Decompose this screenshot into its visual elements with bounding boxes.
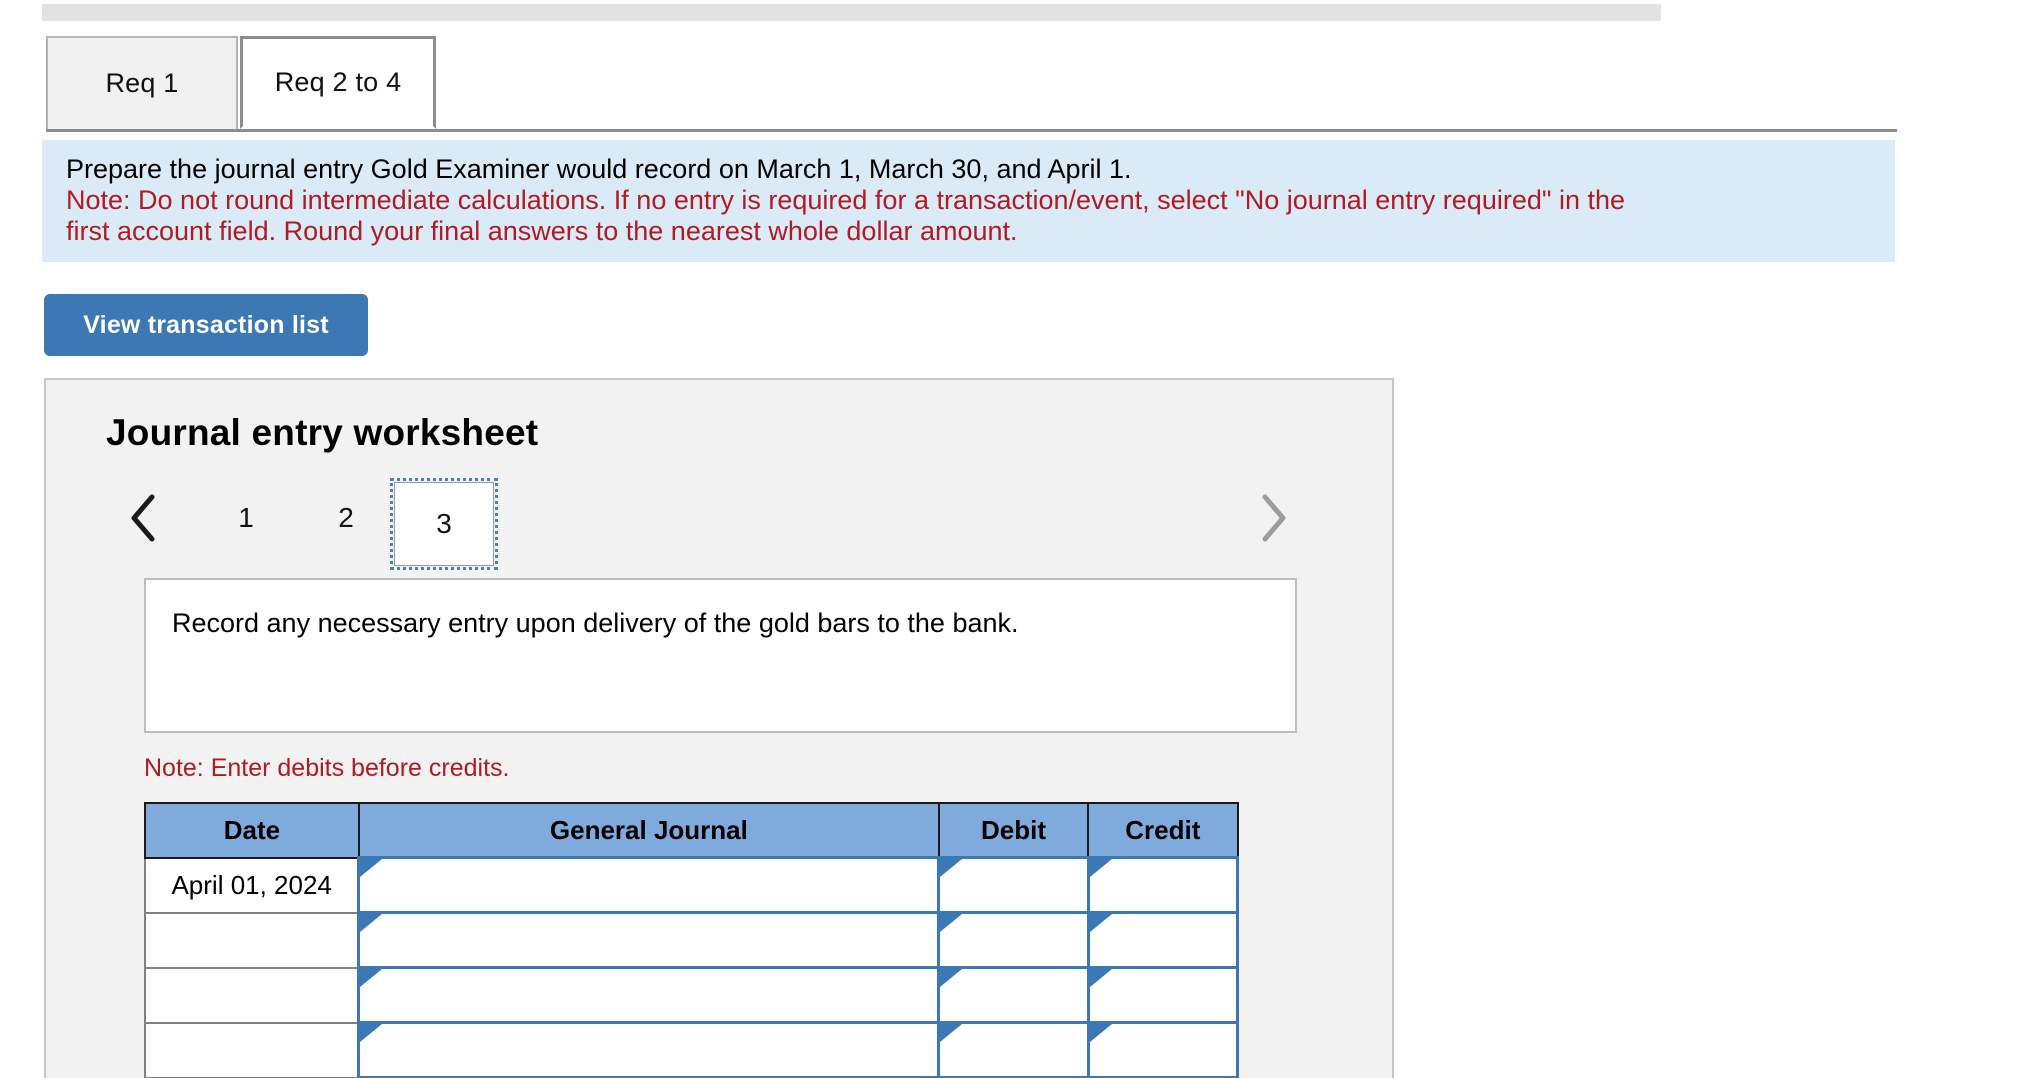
cell-marker-icon <box>940 1024 963 1042</box>
table-header-row: Date General Journal Debit Credit <box>144 802 1239 859</box>
date-cell[interactable]: April 01, 2024 <box>144 856 360 914</box>
debits-before-credits-note: Note: Enter debits before credits. <box>144 754 510 782</box>
column-header-debit: Debit <box>937 802 1090 859</box>
cell-marker-icon <box>1089 969 1112 987</box>
cell-marker-icon <box>940 859 963 877</box>
date-cell[interactable] <box>144 1021 360 1078</box>
worksheet-page-3-selected[interactable]: 3 <box>390 478 498 570</box>
general-journal-input[interactable] <box>357 856 941 914</box>
cell-marker-icon <box>1089 859 1112 877</box>
tab-bar: Req 1 Req 2 to 4 <box>46 36 1897 132</box>
tab-req-2-to-4[interactable]: Req 2 to 4 <box>240 36 436 129</box>
debit-input[interactable] <box>937 856 1090 914</box>
cell-marker-icon <box>360 969 383 987</box>
cell-marker-icon <box>360 859 383 877</box>
transaction-description-box: Record any necessary entry upon delivery… <box>144 578 1297 733</box>
instruction-text: Prepare the journal entry Gold Examiner … <box>66 154 1132 184</box>
journal-entry-worksheet-panel: Journal entry worksheet 1 2 3 Record any… <box>44 378 1394 1078</box>
table-row <box>144 911 1240 969</box>
worksheet-page-1[interactable]: 1 <box>198 482 294 554</box>
chevron-right-icon[interactable] <box>1244 482 1302 554</box>
debit-input[interactable] <box>937 1021 1090 1078</box>
chevron-left-icon[interactable] <box>114 482 172 554</box>
top-gray-strip <box>42 4 1661 21</box>
tab-req-2-to-4-label: Req 2 to 4 <box>274 67 402 97</box>
column-header-date: Date <box>144 802 360 859</box>
general-journal-input[interactable] <box>357 1021 941 1078</box>
credit-input[interactable] <box>1086 911 1240 969</box>
instruction-banner: Prepare the journal entry Gold Examiner … <box>42 140 1895 262</box>
column-header-credit: Credit <box>1087 802 1239 859</box>
worksheet-page-2-label: 2 <box>338 502 354 533</box>
table-row <box>144 1021 1240 1078</box>
date-cell[interactable] <box>144 966 360 1024</box>
column-header-general-journal: General Journal <box>357 802 940 859</box>
tab-bar-baseline <box>46 129 1897 132</box>
tab-req-1[interactable]: Req 1 <box>46 36 238 129</box>
credit-input[interactable] <box>1086 966 1240 1024</box>
general-journal-input[interactable] <box>357 966 941 1024</box>
transaction-description-text: Record any necessary entry upon delivery… <box>172 608 1019 638</box>
table-row <box>144 966 1240 1024</box>
table-row: April 01, 2024 <box>144 856 1240 914</box>
tab-req-1-label: Req 1 <box>105 68 179 98</box>
credit-input[interactable] <box>1086 1021 1240 1078</box>
debit-input[interactable] <box>937 911 1090 969</box>
worksheet-page-1-label: 1 <box>238 502 254 533</box>
credit-input[interactable] <box>1086 856 1240 914</box>
view-transaction-list-button[interactable]: View transaction list <box>44 294 368 356</box>
worksheet-page-3-label: 3 <box>436 508 452 539</box>
worksheet-pager: 1 2 3 <box>94 478 1344 570</box>
journal-entry-table: Date General Journal Debit Credit April … <box>144 802 1240 1078</box>
cell-marker-icon <box>360 1024 383 1042</box>
worksheet-title: Journal entry worksheet <box>106 412 539 453</box>
instruction-note-line-2: first account field. Round your final an… <box>66 216 1018 246</box>
cell-marker-icon <box>940 969 963 987</box>
worksheet-page-2[interactable]: 2 <box>298 482 394 554</box>
instruction-note-line-1: Note: Do not round intermediate calculat… <box>66 185 1625 215</box>
cell-marker-icon <box>940 914 963 932</box>
general-journal-input[interactable] <box>357 911 941 969</box>
date-cell[interactable] <box>144 911 360 969</box>
cell-marker-icon <box>360 914 383 932</box>
debit-input[interactable] <box>937 966 1090 1024</box>
cell-marker-icon <box>1089 914 1112 932</box>
cell-marker-icon <box>1089 1024 1112 1042</box>
